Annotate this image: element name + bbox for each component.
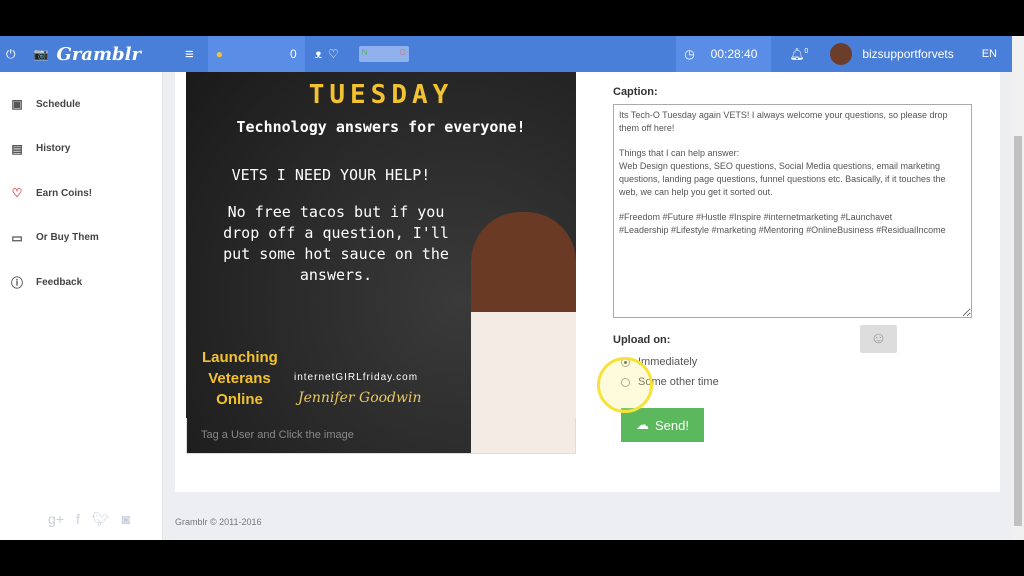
coins-count: 0: [290, 47, 297, 61]
sidebar-item-schedule[interactable]: ▣ Schedule: [0, 82, 162, 127]
post-image[interactable]: TUESDAY Technology answers for everyone!…: [186, 72, 576, 454]
menu-icon[interactable]: ≡: [185, 46, 194, 63]
avatar[interactable]: [830, 43, 853, 65]
social-links: g+ f 🐦︎ ◙: [48, 511, 130, 528]
language-selector[interactable]: EN: [982, 48, 997, 60]
letterbox-top: [0, 0, 1024, 36]
timer-section: ◷ 00:28:40: [676, 36, 772, 72]
emoji-button[interactable]: ☺: [860, 325, 897, 353]
smiley-icon: ☺: [870, 330, 887, 347]
tag-user-hint[interactable]: Tag a User and Click the image: [186, 418, 576, 454]
username[interactable]: bizsupportforvets: [862, 47, 953, 61]
facebook-icon[interactable]: f: [76, 511, 80, 528]
main-content: TUESDAY Technology answers for everyone!…: [163, 72, 1012, 540]
calendar-icon: ▣: [11, 97, 23, 112]
power-icon[interactable]: ⏻: [6, 47, 16, 62]
google-plus-icon[interactable]: g+: [48, 511, 64, 528]
clock-icon: ◷: [684, 47, 695, 61]
caption-label: Caption:: [613, 86, 658, 98]
sidebar-item-earn-coins[interactable]: ♡ Earn Coins!: [0, 171, 162, 216]
user-icon[interactable]: ᴥ: [315, 47, 322, 61]
letterbox-bottom: [0, 540, 1024, 576]
sidebar: ▣ Schedule ▤ History ♡ Earn Coins! ▭ Or Buy …: [0, 72, 163, 540]
upload-card: TUESDAY Technology answers for everyone!…: [175, 72, 1000, 492]
sidebar-item-buy[interactable]: ▭ Or Buy Them: [0, 216, 162, 261]
question-icon: ⓘ: [10, 275, 23, 290]
bell-icon[interactable]: 🔔︎0: [789, 47, 808, 61]
upload-on-label: Upload on:: [613, 334, 671, 346]
heart-icon[interactable]: ♡: [328, 47, 339, 61]
mode-toggle[interactable]: NO: [358, 46, 409, 62]
card-icon: ▭: [11, 230, 23, 245]
scrollbar-thumb[interactable]: [1014, 136, 1022, 526]
sidebar-item-feedback[interactable]: ⓘ Feedback: [0, 260, 162, 305]
top-bar: ⏻ 📷 Gramblr ≡ ● 0 ᴥ ♡ NO ◷ 00:28:40 🔔︎0 …: [0, 36, 1012, 72]
scrollbar[interactable]: [1012, 36, 1024, 540]
timer: 00:28:40: [710, 47, 758, 61]
heart-icon: ♡: [11, 186, 23, 201]
instagram-icon[interactable]: ◙: [122, 511, 130, 528]
sidebar-item-history[interactable]: ▤ History: [0, 127, 162, 172]
twitter-icon[interactable]: 🐦︎: [92, 511, 110, 528]
send-button[interactable]: ☁ Send!: [621, 408, 704, 442]
caption-input[interactable]: Its Tech-O Tuesday again VETS! I always …: [613, 104, 972, 318]
coins-section: ● 0: [207, 36, 305, 72]
instagram-upload-icon: 📷: [33, 47, 49, 61]
footer: Gramblr © 2011-2016: [175, 517, 262, 527]
coins-icon: ●: [215, 47, 223, 61]
book-icon: ▤: [11, 141, 23, 156]
logo: Gramblr: [56, 43, 141, 65]
cloud-upload-icon: ☁: [636, 417, 649, 432]
cursor-highlight: [597, 357, 653, 413]
